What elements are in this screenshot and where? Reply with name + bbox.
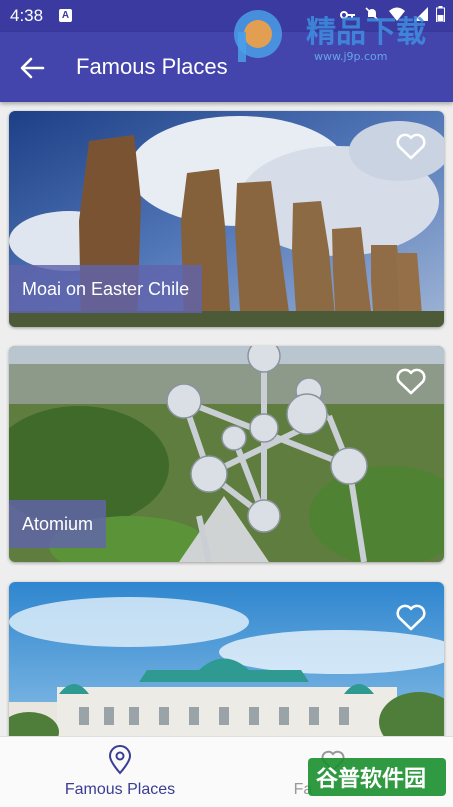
place-name: Atomium xyxy=(9,500,107,548)
place-card[interactable]: Moai on Easter Chile xyxy=(9,111,444,327)
favorite-button[interactable] xyxy=(394,600,428,634)
place-image-palace xyxy=(9,582,444,736)
watermark-top-text: 精品下载 xyxy=(306,15,426,50)
place-card[interactable]: Atomium xyxy=(9,346,444,562)
status-time: 4:38 xyxy=(10,6,44,25)
place-name: Moai on Easter Chile xyxy=(9,265,203,313)
location-pin-icon xyxy=(108,745,132,775)
places-list[interactable]: Moai on Easter Chile Atomium xyxy=(0,102,453,736)
back-button[interactable] xyxy=(12,48,52,88)
heart-outline-icon xyxy=(396,368,426,395)
heart-outline-icon xyxy=(396,133,426,160)
favorite-button[interactable] xyxy=(394,364,428,398)
place-card[interactable] xyxy=(9,582,444,736)
page-title: Famous Places xyxy=(76,54,228,79)
watermark-top-url: www.j9p.com xyxy=(314,50,388,63)
watermark-bottom: 谷普软件园 xyxy=(308,756,448,798)
watermark-top: 精品下载 www.j9p.com xyxy=(228,2,453,72)
favorite-button[interactable] xyxy=(394,129,428,163)
arrow-left-icon xyxy=(20,57,45,79)
watermark-bottom-text: 谷普软件园 xyxy=(316,766,426,792)
notification-badge: A xyxy=(59,9,72,22)
heart-outline-icon xyxy=(396,604,426,631)
